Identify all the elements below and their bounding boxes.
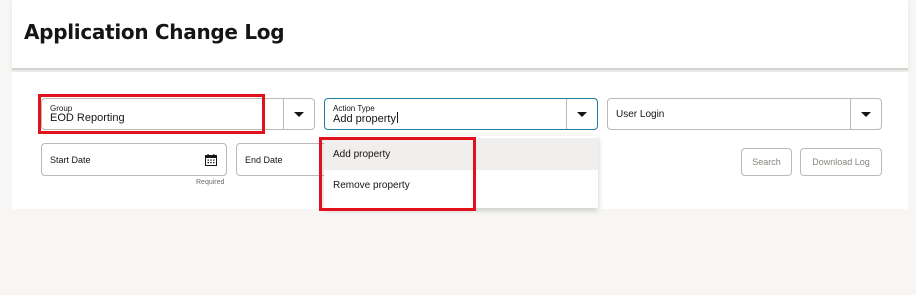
page-title: Application Change Log [24,20,285,44]
download-log-button[interactable]: Download Log [800,148,882,176]
group-dropdown-button[interactable] [283,99,314,129]
action-type-input[interactable]: Add property [333,112,398,125]
user-login-label: User Login [616,109,665,120]
action-type-dropdown-button[interactable] [566,99,597,129]
page-header: Application Change Log [12,0,908,70]
chevron-down-icon [577,111,587,117]
end-date-label: End Date [245,155,283,165]
group-select[interactable]: Group EOD Reporting [41,98,315,130]
user-login-select[interactable]: User Login [607,98,882,130]
calendar-icon[interactable] [205,154,217,166]
start-date-field[interactable]: Start Date [41,143,227,176]
text-cursor [396,112,398,123]
start-date-required-hint: Required [196,179,225,186]
chevron-down-icon [861,111,871,117]
menu-option-remove-property[interactable]: Remove property [324,169,598,201]
group-value: EOD Reporting [50,112,125,124]
user-login-dropdown-button[interactable] [850,99,881,129]
menu-option-add-property[interactable]: Add property [324,138,598,170]
chevron-down-icon [294,111,304,117]
action-type-menu: Add property Remove property [324,136,598,208]
search-button[interactable]: Search [741,148,792,176]
action-type-value: Add property [333,113,396,125]
action-type-select[interactable]: Action Type Add property [324,98,598,130]
end-date-field[interactable]: End Date [236,143,336,176]
start-date-label: Start Date [50,155,91,165]
